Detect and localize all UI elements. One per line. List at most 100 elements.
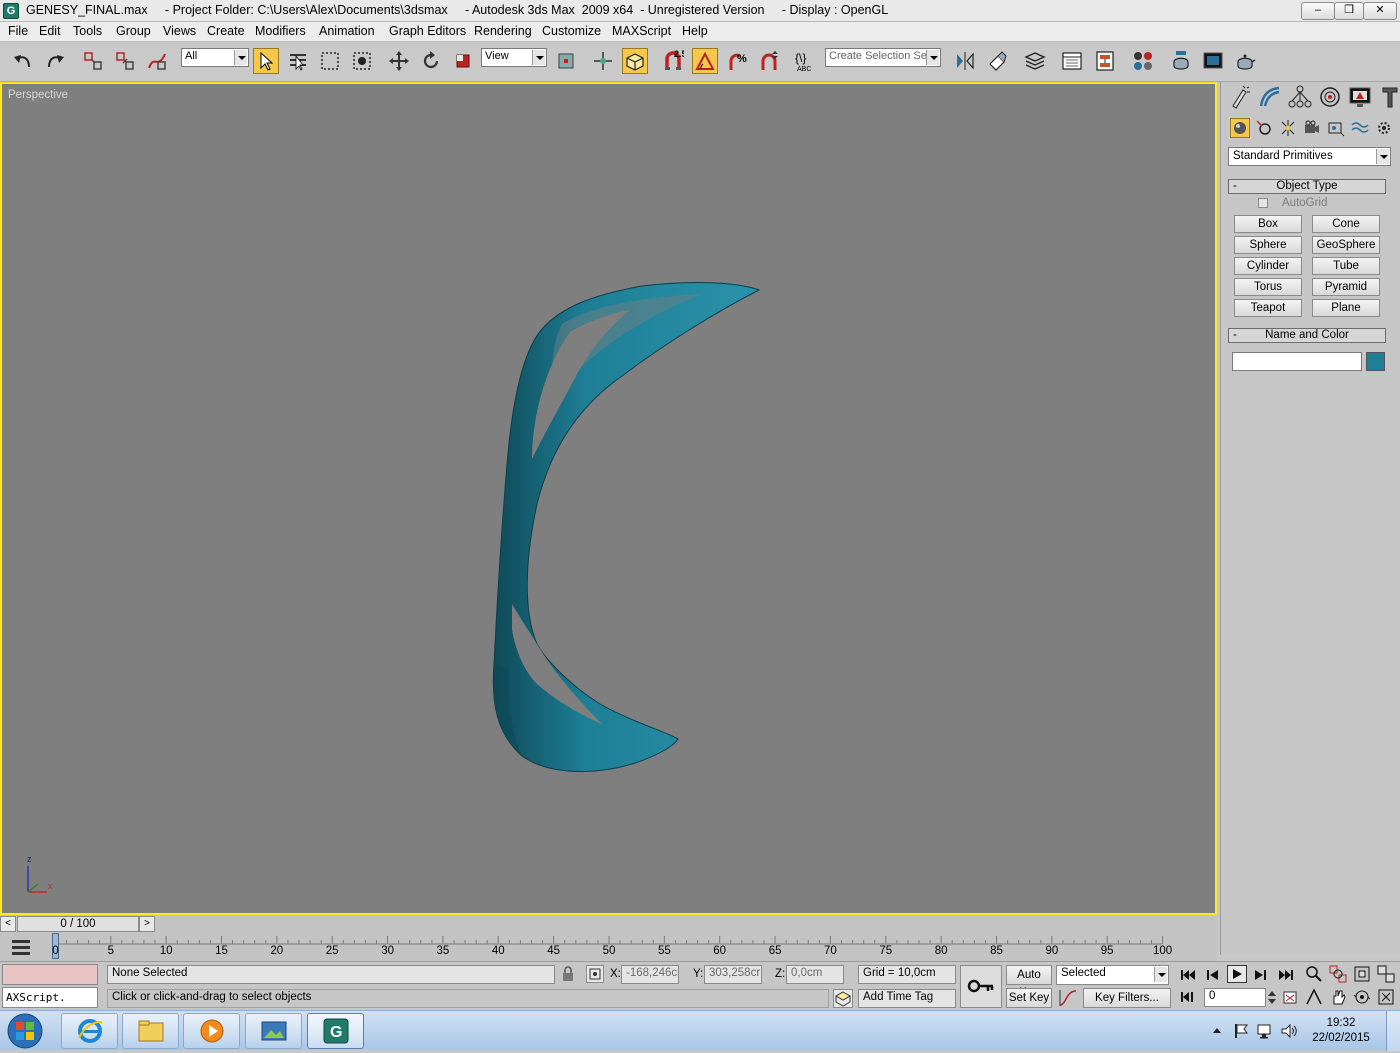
time-slider-thumb[interactable]: 0 / 100 — [17, 916, 139, 932]
selection-lock-icon[interactable] — [561, 966, 575, 982]
start-button[interactable] — [4, 1012, 46, 1050]
pan-view-icon[interactable] — [1328, 988, 1348, 1006]
orbit-icon[interactable] — [1352, 988, 1372, 1006]
go-to-end-icon[interactable] — [1276, 966, 1296, 984]
render-setup-icon[interactable] — [1168, 48, 1194, 74]
select-and-link-icon[interactable] — [80, 48, 106, 74]
primitive-category-dropdown[interactable]: Standard Primitives — [1228, 147, 1391, 166]
maxscript-mini-listener[interactable]: AXScript. — [2, 987, 98, 1008]
track-bar[interactable]: 0 5 10 15 20 25 30 35 40 45 50 55 60 65 … — [0, 933, 1217, 961]
box-button[interactable]: Box — [1234, 215, 1302, 233]
space-warps-icon[interactable] — [1350, 118, 1370, 138]
minimize-button[interactable]: – — [1301, 2, 1335, 20]
undo-icon[interactable] — [10, 48, 36, 74]
lights-icon[interactable] — [1278, 118, 1298, 138]
menu-views[interactable]: Views — [163, 24, 196, 38]
geosphere-button[interactable]: GeoSphere — [1312, 236, 1380, 254]
edit-named-selection-icon[interactable]: {\} ABC — [793, 48, 819, 74]
schematic-view-icon[interactable] — [1092, 48, 1118, 74]
menu-maxscript[interactable]: MAXScript — [612, 24, 671, 38]
redo-icon[interactable] — [42, 48, 68, 74]
taskbar-clock[interactable]: 19:32 22/02/2015 — [1306, 1016, 1376, 1046]
network-icon[interactable] — [1256, 1022, 1274, 1040]
object-name-field[interactable] — [1232, 352, 1362, 371]
menu-help[interactable]: Help — [682, 24, 708, 38]
object-type-rollout-header[interactable]: - Object Type — [1228, 179, 1386, 194]
set-key-button[interactable]: Set Key — [1006, 988, 1052, 1008]
zoom-extents-all-icon[interactable] — [1376, 965, 1396, 983]
menu-tools[interactable]: Tools — [73, 24, 102, 38]
maxscript-mini-listener-macro[interactable] — [2, 964, 98, 985]
select-and-scale-icon[interactable] — [450, 48, 476, 74]
menu-graph-editors[interactable]: Graph Editors — [389, 24, 466, 38]
create-tab-icon[interactable] — [1227, 84, 1253, 110]
key-filters-button[interactable]: Key Filters... — [1083, 988, 1171, 1008]
reference-coordinate-dropdown[interactable]: View — [481, 48, 547, 67]
cylinder-button[interactable]: Cylinder — [1234, 257, 1302, 275]
current-frame-field[interactable]: 0 — [1204, 988, 1266, 1007]
hierarchy-tab-icon[interactable] — [1287, 84, 1313, 110]
name-and-color-rollout-header[interactable]: - Name and Color — [1228, 328, 1386, 343]
zoom-icon[interactable] — [1304, 965, 1324, 983]
spinner-snap-toggle-icon[interactable] — [756, 48, 782, 74]
default-tangent-icon[interactable] — [1058, 988, 1078, 1008]
taskbar-media-player[interactable] — [183, 1013, 240, 1049]
app-logo-icon[interactable]: G — [3, 3, 19, 19]
systems-icon[interactable] — [1374, 118, 1394, 138]
restore-button[interactable]: ❐ — [1334, 2, 1364, 20]
shapes-icon[interactable] — [1254, 118, 1274, 138]
taskbar-file-explorer[interactable] — [122, 1013, 179, 1049]
angle-snap-toggle-icon[interactable] — [692, 48, 718, 74]
torus-button[interactable]: Torus — [1234, 278, 1302, 296]
mirror-icon[interactable] — [952, 48, 978, 74]
key-mode-dropdown[interactable]: Selected — [1056, 965, 1169, 985]
select-and-move-icon[interactable] — [386, 48, 412, 74]
key-mode-toggle-icon[interactable] — [1178, 988, 1198, 1006]
rendered-frame-window-icon[interactable] — [1200, 48, 1226, 74]
menu-edit[interactable]: Edit — [39, 24, 61, 38]
snaps-toggle-icon[interactable]: 2.5 — [660, 48, 686, 74]
cameras-icon[interactable] — [1302, 118, 1322, 138]
cone-button[interactable]: Cone — [1312, 215, 1380, 233]
frame-spinner-icon[interactable] — [1267, 988, 1277, 1007]
x-coordinate-field[interactable]: -168,246cr — [621, 965, 679, 984]
select-and-rotate-icon[interactable] — [418, 48, 444, 74]
go-to-start-icon[interactable] — [1178, 966, 1198, 984]
zoom-extents-icon[interactable] — [1352, 965, 1372, 983]
z-coordinate-field[interactable]: 0,0cm — [786, 965, 844, 984]
pyramid-button[interactable]: Pyramid — [1312, 278, 1380, 296]
auto-key-button[interactable]: Auto Key — [1006, 965, 1052, 999]
select-by-name-icon[interactable] — [285, 48, 311, 74]
play-animation-icon[interactable] — [1227, 965, 1247, 983]
y-coordinate-field[interactable]: 303,258cr — [704, 965, 762, 984]
menu-customize[interactable]: Customize — [542, 24, 601, 38]
menu-group[interactable]: Group — [116, 24, 151, 38]
set-key-mode-icon[interactable] — [960, 965, 1002, 1008]
next-frame-icon[interactable] — [1250, 966, 1270, 984]
tube-button[interactable]: Tube — [1312, 257, 1380, 275]
teapot-button[interactable]: Teapot — [1234, 299, 1302, 317]
rectangular-selection-icon[interactable] — [317, 48, 343, 74]
utilities-tab-icon[interactable] — [1377, 84, 1400, 110]
plane-button[interactable]: Plane — [1312, 299, 1380, 317]
motion-tab-icon[interactable] — [1317, 84, 1343, 110]
maximize-viewport-icon[interactable] — [1376, 988, 1396, 1006]
keyboard-shortcut-override-icon[interactable] — [622, 48, 648, 74]
geometry-icon[interactable] — [1230, 118, 1250, 138]
taskbar-photo-viewer[interactable] — [245, 1013, 302, 1049]
modify-tab-icon[interactable] — [1257, 84, 1283, 110]
select-object-icon[interactable] — [253, 48, 279, 74]
align-icon[interactable] — [984, 48, 1010, 74]
menu-create[interactable]: Create — [207, 24, 245, 38]
zoom-all-icon[interactable] — [1328, 965, 1348, 983]
layer-manager-icon[interactable] — [1022, 48, 1048, 74]
close-button[interactable]: ✕ — [1363, 2, 1397, 20]
helpers-icon[interactable] — [1326, 118, 1346, 138]
percent-snap-toggle-icon[interactable]: % — [724, 48, 750, 74]
render-production-icon[interactable] — [1232, 48, 1258, 74]
named-selection-set-dropdown[interactable]: Create Selection Set — [825, 48, 941, 67]
field-of-view-icon[interactable] — [1304, 988, 1324, 1006]
show-hidden-icons-icon[interactable] — [1210, 1023, 1224, 1037]
window-crossing-icon[interactable] — [349, 48, 375, 74]
previous-frame-icon[interactable] — [1203, 966, 1223, 984]
